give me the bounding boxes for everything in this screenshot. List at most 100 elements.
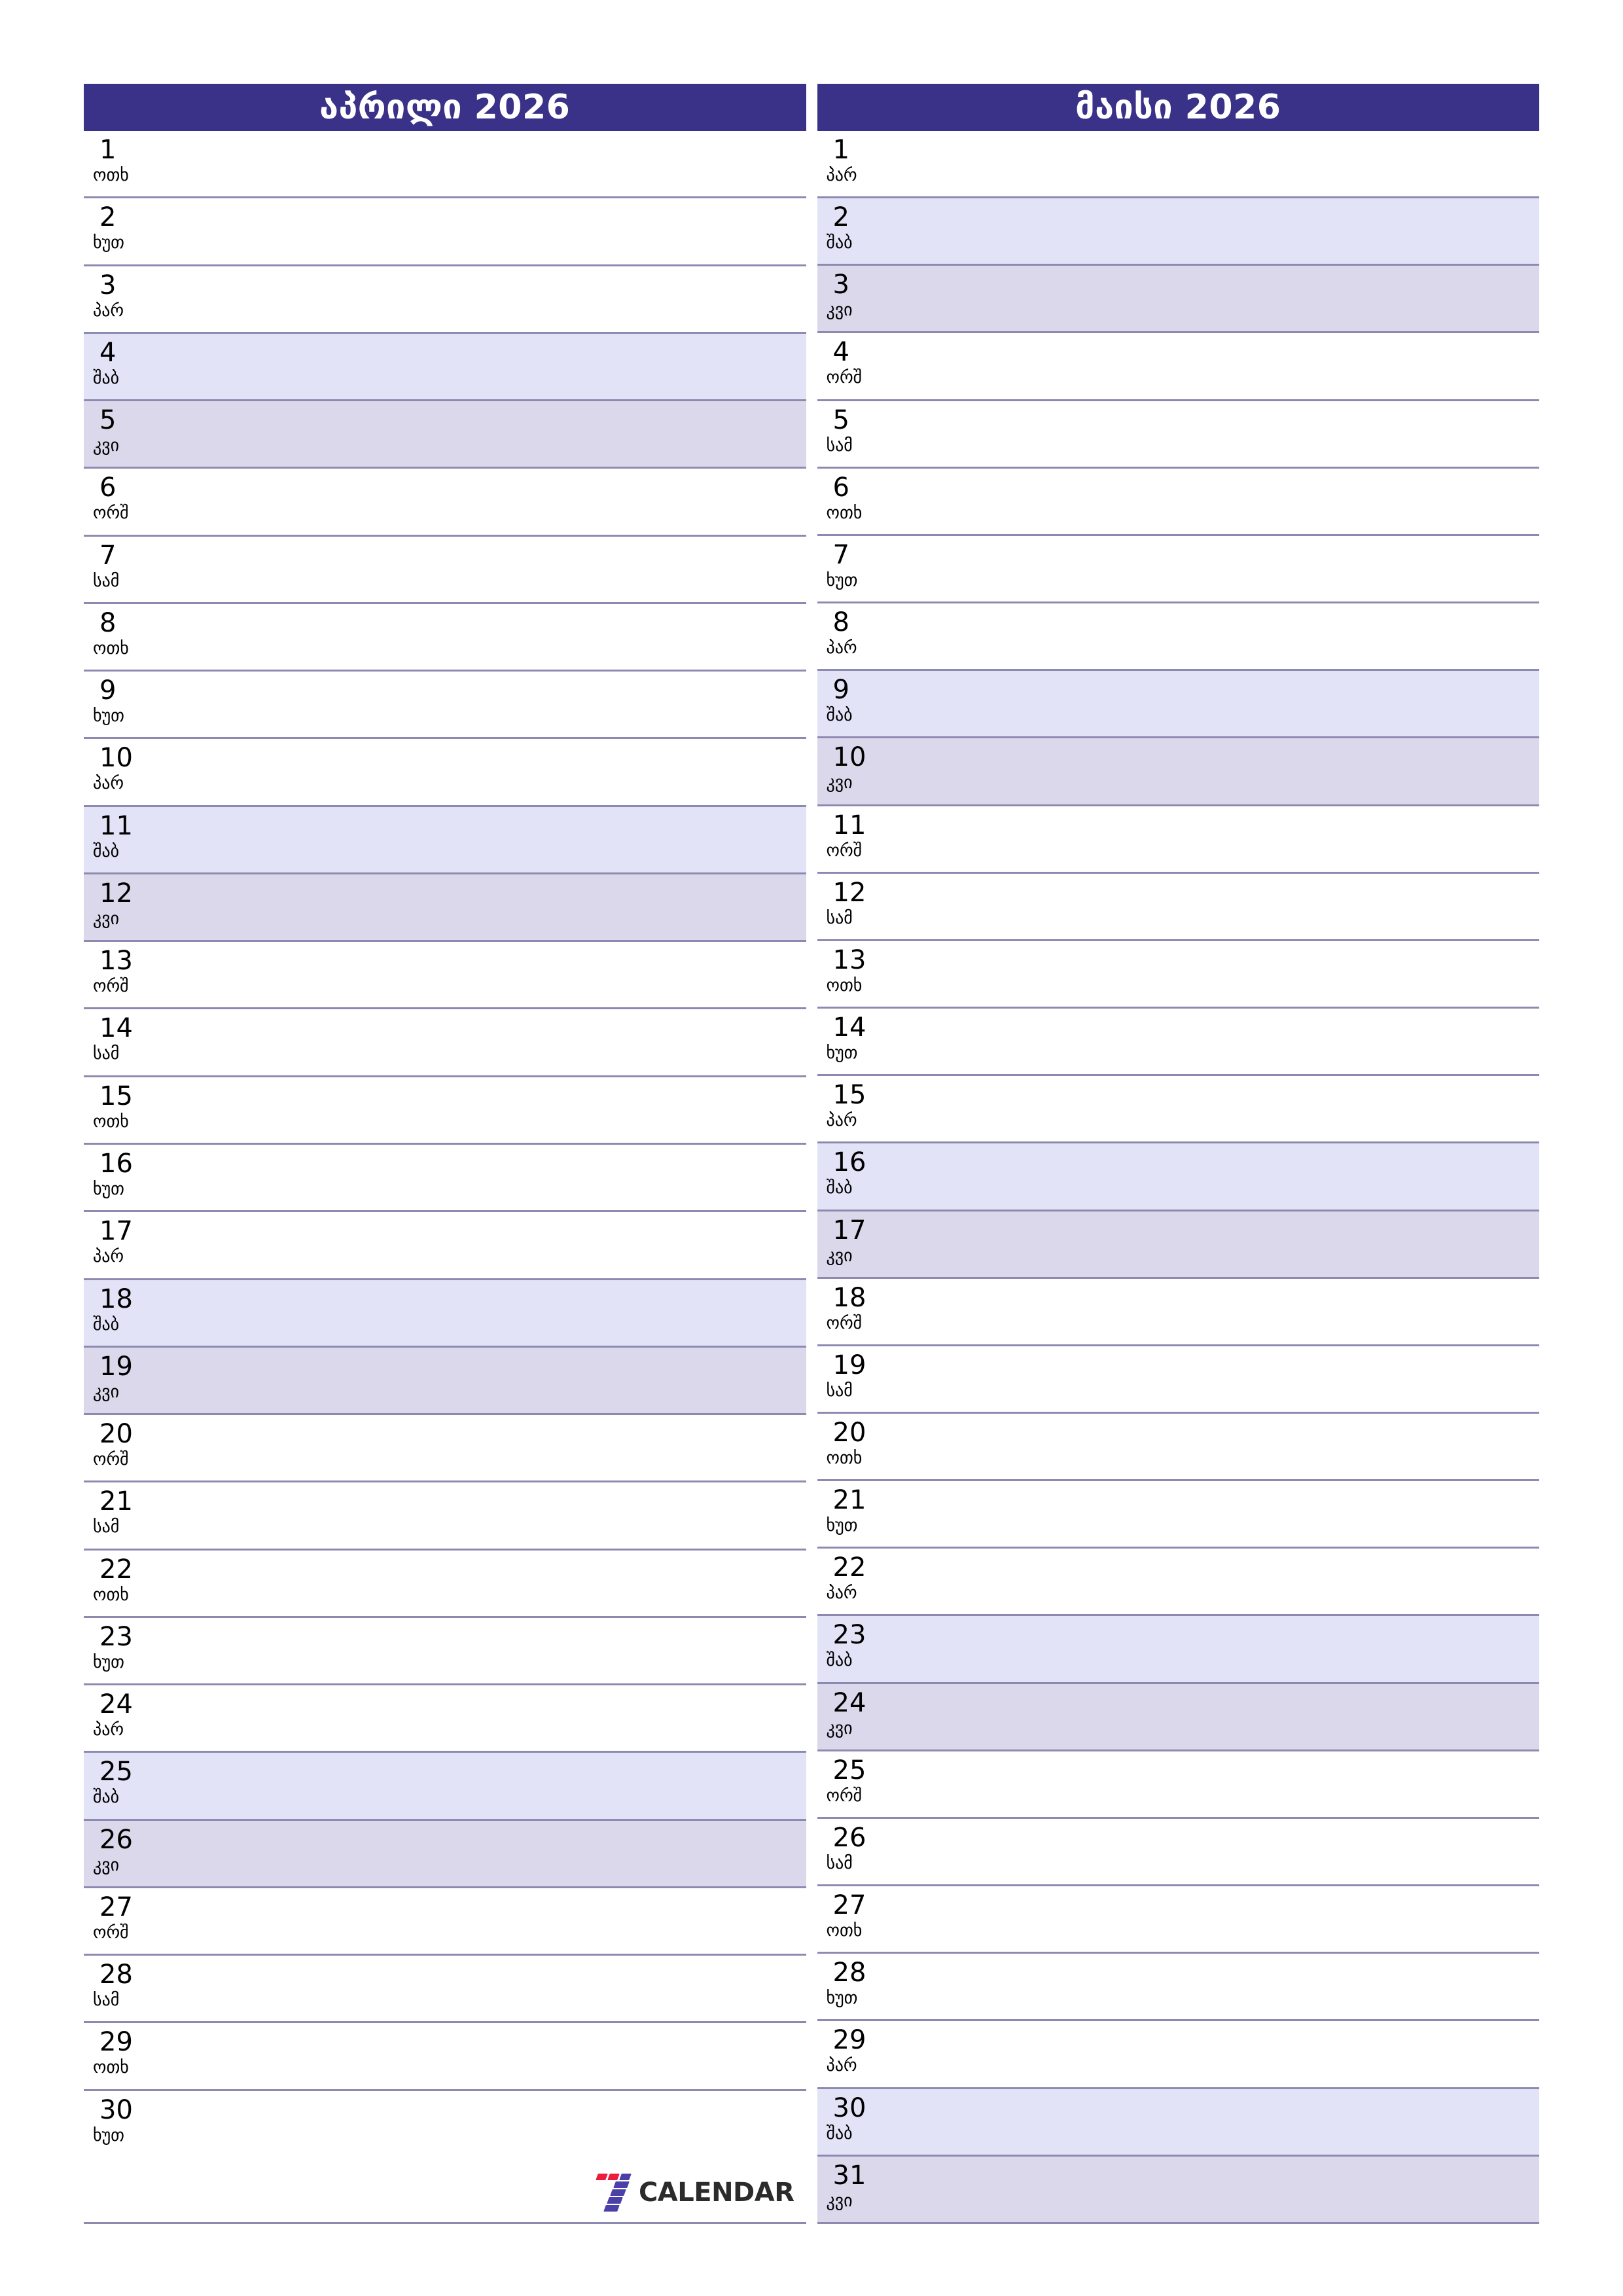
day-number: 18: [99, 1283, 133, 1314]
day-row[interactable]: 16 შაბ: [817, 1141, 1539, 1210]
day-row[interactable]: 18 შაბ: [84, 1278, 806, 1346]
day-name: ორშ: [826, 1785, 863, 1806]
day-row[interactable]: 15 ოთხ: [84, 1075, 806, 1143]
day-number: 16: [99, 1148, 133, 1179]
day-row[interactable]: 22 ოთხ: [84, 1548, 806, 1616]
logo-bar: [607, 2197, 623, 2204]
day-name: სამ: [93, 1044, 120, 1064]
month-column-may: მაისი 2026 1 პარ 2 შაბ 3 კვი 4 ორშ 5 სამ 6 ოთხ 7 ხუთ 8…: [817, 84, 1539, 2224]
day-row[interactable]: 23 ხუთ: [84, 1615, 806, 1684]
day-name: პარ: [826, 2056, 857, 2076]
day-name: სამ: [93, 1990, 120, 2011]
day-row[interactable]: 29 ოთხ: [84, 2021, 806, 2089]
day-row[interactable]: 21 სამ: [84, 1480, 806, 1549]
day-name: ორშ: [93, 977, 129, 997]
day-row[interactable]: 27 ოთხ: [817, 1884, 1539, 1952]
day-row[interactable]: 15 პარ: [817, 1074, 1539, 1142]
day-row[interactable]: 28 სამ: [84, 1954, 806, 2022]
day-row[interactable]: 2 შაბ: [817, 196, 1539, 264]
day-row[interactable]: 9 ხუთ: [84, 670, 806, 738]
day-row[interactable]: 16 ხუთ: [84, 1142, 806, 1211]
day-row[interactable]: 23 შაბ: [817, 1614, 1539, 1682]
day-row[interactable]: 5 სამ: [817, 399, 1539, 467]
day-row[interactable]: 24 პარ: [84, 1683, 806, 1751]
day-row[interactable]: 28 ხუთ: [817, 1952, 1539, 2020]
day-row[interactable]: 9 შაბ: [817, 669, 1539, 737]
day-row[interactable]: 6 ოთხ: [817, 466, 1539, 534]
day-row[interactable]: 25 შაბ: [84, 1751, 806, 1819]
day-name: ხუთ: [826, 1988, 858, 2009]
day-row[interactable]: 29 პარ: [817, 2019, 1539, 2087]
day-name: ხუთ: [93, 1179, 124, 1199]
day-number: 20: [99, 1419, 133, 1450]
day-row[interactable]: 25 ორშ: [817, 1749, 1539, 1817]
day-number: 25: [832, 1755, 866, 1785]
day-row[interactable]: 27 ორშ: [84, 1886, 806, 1954]
day-number: 29: [99, 2027, 133, 2058]
day-number: 3: [832, 270, 849, 300]
day-row[interactable]: 30 შაბ: [817, 2087, 1539, 2155]
day-name: კვი: [93, 1382, 120, 1402]
day-row[interactable]: 31 კვი: [817, 2154, 1539, 2222]
day-row[interactable]: 20 ოთხ: [817, 1411, 1539, 1480]
day-row[interactable]: 19 სამ: [817, 1344, 1539, 1412]
day-row[interactable]: 24 კვი: [817, 1681, 1539, 1749]
day-row[interactable]: 20 ორშ: [84, 1413, 806, 1481]
day-row[interactable]: 26 კვი: [84, 1818, 806, 1886]
day-row[interactable]: 12 კვი: [84, 872, 806, 941]
day-row[interactable]: 19 კვი: [84, 1345, 806, 1414]
day-row[interactable]: 13 ოთხ: [817, 939, 1539, 1007]
day-row[interactable]: 8 პარ: [817, 601, 1539, 670]
day-row[interactable]: 13 ორშ: [84, 940, 806, 1008]
day-name: კვი: [826, 1718, 853, 1738]
day-list-april: 1 ოთხ 2 ხუთ 3 პარ 4 შაბ 5 კვი 6 ორშ 7 სამ 8 ოთხ 9 ხუთ 10 პა…: [84, 131, 806, 2224]
day-row[interactable]: 18 ორშ: [817, 1276, 1539, 1344]
day-row[interactable]: 4 ორშ: [817, 331, 1539, 399]
day-row[interactable]: 30 ხუთ: [84, 2089, 806, 2157]
day-number: 24: [832, 1687, 866, 1718]
day-row[interactable]: 6 ორშ: [84, 467, 806, 535]
day-row[interactable]: 1 პარ: [817, 131, 1539, 197]
day-number: 26: [99, 1824, 133, 1855]
day-name: შაბ: [826, 1178, 853, 1198]
day-name: პარ: [93, 1247, 124, 1267]
day-row[interactable]: 7 ხუთ: [817, 533, 1539, 602]
day-row[interactable]: 5 კვი: [84, 399, 806, 467]
brand-logo[interactable]: CALENDAR: [589, 2172, 794, 2213]
day-row[interactable]: 11 შაბ: [84, 804, 806, 872]
day-name: ორშ: [826, 368, 863, 388]
day-name: ოთხ: [826, 975, 863, 996]
day-row[interactable]: 10 პარ: [84, 737, 806, 805]
logo-bar: [607, 2174, 620, 2181]
day-number: 11: [99, 810, 133, 841]
day-row[interactable]: 8 ოთხ: [84, 601, 806, 670]
day-row[interactable]: 22 პარ: [817, 1547, 1539, 1615]
day-number: 3: [99, 270, 116, 300]
day-row[interactable]: 1 ოთხ: [84, 131, 806, 197]
day-row[interactable]: 10 კვი: [817, 736, 1539, 804]
day-row-empty[interactable]: CALENDAR: [84, 2156, 806, 2223]
day-row[interactable]: 17 კვი: [817, 1209, 1539, 1277]
day-row[interactable]: 3 პარ: [84, 264, 806, 332]
day-row[interactable]: 2 ხუთ: [84, 196, 806, 264]
day-row[interactable]: 14 სამ: [84, 1007, 806, 1075]
day-row[interactable]: 14 ხუთ: [817, 1007, 1539, 1075]
day-number: 27: [832, 1890, 866, 1921]
day-name: პარ: [826, 1111, 857, 1131]
day-number: 18: [832, 1282, 866, 1313]
day-name: შაბ: [93, 368, 120, 388]
day-row[interactable]: 11 ორშ: [817, 804, 1539, 872]
day-number: 17: [832, 1215, 866, 1246]
day-number: 20: [832, 1417, 866, 1448]
day-name: შაბ: [93, 1787, 120, 1808]
day-row[interactable]: 7 სამ: [84, 534, 806, 602]
day-row[interactable]: 12 სამ: [817, 871, 1539, 939]
day-number: 19: [832, 1350, 866, 1380]
day-number: 17: [99, 1216, 133, 1247]
day-row[interactable]: 3 კვი: [817, 264, 1539, 332]
day-row[interactable]: 4 შაბ: [84, 331, 806, 400]
day-row[interactable]: 17 პარ: [84, 1210, 806, 1278]
day-row[interactable]: 21 ხუთ: [817, 1479, 1539, 1547]
day-row[interactable]: 26 სამ: [817, 1816, 1539, 1885]
day-name: ოთხ: [826, 1921, 863, 1941]
